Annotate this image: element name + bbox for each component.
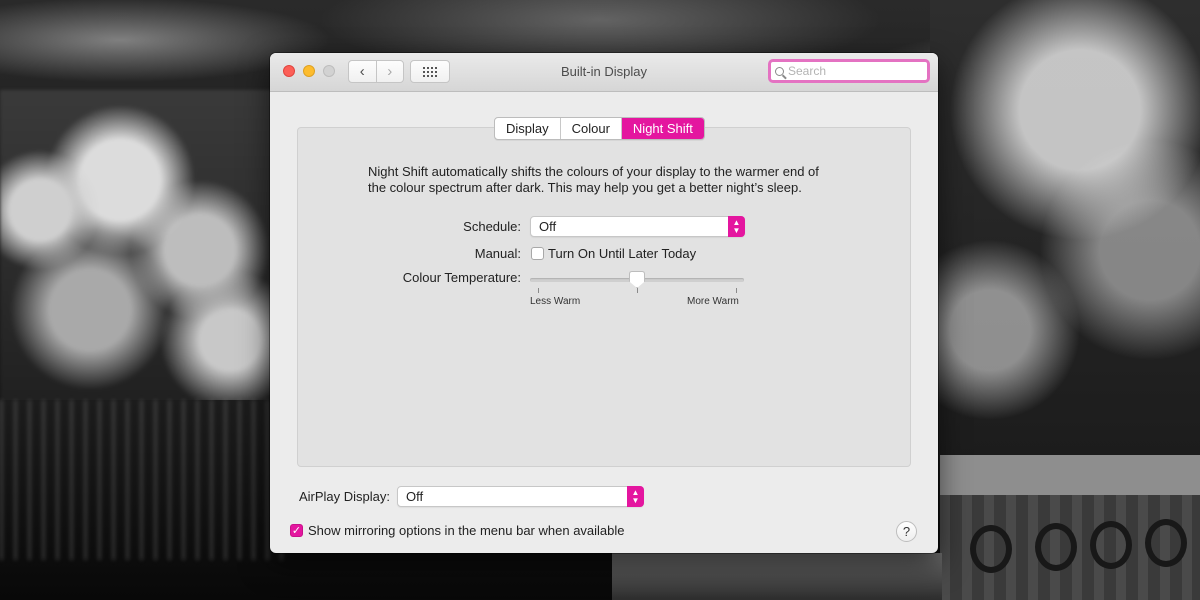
slider-tick — [538, 288, 539, 293]
slider-tick — [637, 288, 638, 293]
select-stepper-icon: ▲ ▼ — [728, 216, 745, 237]
pier — [940, 455, 1200, 600]
tab-bar: Display Colour Night Shift — [494, 117, 705, 140]
dock-platform — [612, 553, 942, 600]
trees-right — [930, 0, 1200, 460]
title-bar[interactable]: ‹ › Built-in Display — [270, 53, 938, 92]
description-line: the colour spectrum after dark. This may… — [368, 180, 802, 195]
airplay-select[interactable]: Off ▲ ▼ — [397, 486, 644, 507]
tire — [1090, 521, 1132, 569]
night-shift-description: Night Shift automatically shifts the col… — [368, 164, 858, 196]
slider-tick — [736, 288, 737, 293]
colour-temperature-label: Colour Temperature: — [402, 270, 521, 285]
tab-night-shift[interactable]: Night Shift — [621, 118, 704, 139]
manual-checkbox[interactable] — [531, 247, 544, 260]
schedule-label: Schedule: — [463, 219, 521, 234]
search-input[interactable] — [788, 64, 918, 78]
manual-checkbox-label[interactable]: Turn On Until Later Today — [548, 246, 696, 261]
description-line: Night Shift automatically shifts the col… — [368, 164, 819, 179]
slider-min-label: Less Warm — [530, 296, 581, 307]
airplay-label: AirPlay Display: — [298, 489, 390, 504]
schedule-value: Off — [539, 219, 557, 234]
tab-display[interactable]: Display — [495, 118, 561, 139]
airplay-value: Off — [406, 489, 424, 504]
select-stepper-icon: ▲ ▼ — [627, 486, 644, 507]
tire — [970, 525, 1012, 573]
search-icon — [775, 66, 784, 76]
trees-left — [0, 90, 290, 410]
manual-label: Manual: — [474, 246, 521, 261]
tab-colour[interactable]: Colour — [561, 118, 622, 139]
tire — [1145, 519, 1187, 567]
mirroring-checkbox[interactable]: ✓ — [290, 524, 303, 537]
help-button[interactable]: ? — [896, 521, 917, 542]
slider-max-label: More Warm — [687, 296, 739, 307]
search-field[interactable] — [768, 59, 930, 83]
schedule-select[interactable]: Off ▲ ▼ — [530, 216, 745, 237]
preferences-window: ‹ › Built-in Display Display Colour Nigh… — [270, 53, 938, 553]
mirroring-checkbox-label[interactable]: Show mirroring options in the menu bar w… — [308, 523, 625, 538]
tire — [1035, 523, 1077, 571]
